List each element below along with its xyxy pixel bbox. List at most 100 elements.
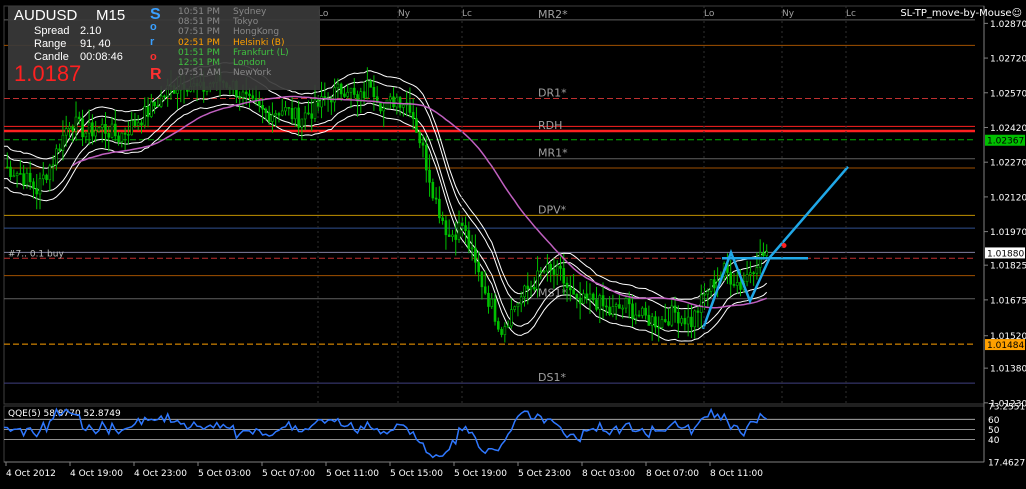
candle-body <box>729 272 733 285</box>
candle-body <box>117 135 120 142</box>
price-marker-label: 1.01484 <box>987 341 1024 351</box>
candle-body <box>15 173 19 177</box>
candle-body <box>634 314 638 319</box>
candle-body <box>745 274 749 282</box>
candle-body <box>624 298 628 309</box>
candle-body <box>32 181 35 189</box>
session-city: Tokyo <box>233 17 259 28</box>
candle-body <box>660 319 664 328</box>
candle-body <box>555 265 559 275</box>
candle-body <box>510 309 513 327</box>
candle-body <box>156 105 160 108</box>
candle-body <box>690 316 693 328</box>
candle-body <box>683 318 687 325</box>
candle-body <box>487 292 490 307</box>
candle-body <box>280 110 284 116</box>
spread-label: Spread <box>34 25 70 37</box>
candle-body <box>647 314 651 326</box>
candle-body <box>709 279 713 292</box>
ea-label[interactable]: SL-TP_move-by-Mouse☺ <box>900 8 1022 19</box>
candle-body <box>100 124 104 128</box>
candle-body <box>362 91 366 99</box>
candle-body <box>159 95 163 107</box>
candle-body <box>562 268 566 284</box>
candle-body <box>307 112 310 115</box>
price-tick-label: 1.02420 <box>990 124 1026 134</box>
current-price: 1.0187 <box>14 61 82 86</box>
qqe-tick-label: 73.2551 <box>988 403 1025 413</box>
level-label: MR1* <box>538 147 568 160</box>
candle-body <box>146 106 150 117</box>
candle-body <box>732 283 736 286</box>
candle-body <box>529 286 533 290</box>
time-tick-label: 4 Oct 19:00 <box>70 469 123 479</box>
level-label: MS1* <box>538 287 567 300</box>
candle-body <box>598 295 602 310</box>
candle-body <box>421 142 425 146</box>
candle-body <box>297 107 300 128</box>
candle-body <box>663 319 667 322</box>
session-time: 01:51 PM <box>178 47 220 58</box>
candle-body <box>424 144 428 171</box>
candle-body <box>127 134 130 136</box>
candle-body <box>686 316 690 325</box>
candle-body <box>765 251 769 256</box>
candle-body <box>631 303 634 319</box>
session-time: 07:51 PM <box>178 27 220 38</box>
candle-body <box>12 175 16 178</box>
candle-body <box>654 316 657 328</box>
candle-body <box>434 197 438 200</box>
candle-body <box>55 148 58 166</box>
time-tick-label: 5 Oct 23:00 <box>518 469 571 479</box>
candle-body <box>287 107 291 109</box>
level-label: RDH <box>538 119 562 132</box>
price-tick-label: 1.01825 <box>990 262 1026 272</box>
session-row: 10:51 PM Sydney <box>178 7 289 17</box>
candle-body <box>41 174 45 180</box>
candle-body <box>500 328 503 335</box>
candle-body <box>713 279 716 289</box>
candle-body <box>614 304 618 307</box>
candle-body <box>140 122 143 126</box>
range-value: 91, 40 <box>80 38 111 50</box>
indicator-letter: R <box>150 66 162 83</box>
session-city: London <box>233 58 266 69</box>
candle-body <box>22 173 25 186</box>
candle-body <box>650 316 654 326</box>
time-tick-label: 5 Oct 19:00 <box>454 469 507 479</box>
time-tick-label: 4 Oct 2012 <box>6 469 56 479</box>
candle-body <box>300 118 304 128</box>
candle-body <box>81 118 84 138</box>
candle-body <box>749 272 752 275</box>
price-tick-label: 1.01380 <box>990 365 1026 375</box>
candle-body <box>248 93 251 96</box>
candle-body <box>261 105 264 110</box>
candle-body <box>51 164 55 167</box>
time-tick-label: 8 Oct 03:00 <box>582 469 635 479</box>
candle-body <box>457 222 461 240</box>
candle-body <box>480 271 484 288</box>
indicator-letter: o <box>150 51 157 63</box>
candle-body <box>657 326 661 329</box>
candle-body <box>61 134 65 151</box>
candle-body <box>441 217 444 221</box>
qqe-tick-label: 60 <box>988 416 1000 426</box>
candle-body <box>752 272 755 274</box>
session-marker-label: Lo <box>704 9 715 19</box>
price-tick-label: 1.02120 <box>990 193 1026 203</box>
candle-body <box>107 133 111 138</box>
candle-body <box>565 282 569 288</box>
time-tick-label: 4 Oct 23:00 <box>134 469 187 479</box>
candle-body <box>143 106 147 126</box>
session-row: 07:51 AM NewYork <box>178 68 289 78</box>
candle-body <box>762 252 765 256</box>
candle-body <box>123 132 127 135</box>
session-row: 02:51 PM Helsinki (B) <box>178 38 289 48</box>
candle-body <box>402 104 405 108</box>
session-marker-label: Lc <box>462 9 472 19</box>
candle-body <box>349 87 353 93</box>
candle-body <box>91 122 94 137</box>
time-tick-label: 5 Oct 03:00 <box>198 469 251 479</box>
candle-body <box>176 89 179 94</box>
candle-body <box>388 96 392 101</box>
